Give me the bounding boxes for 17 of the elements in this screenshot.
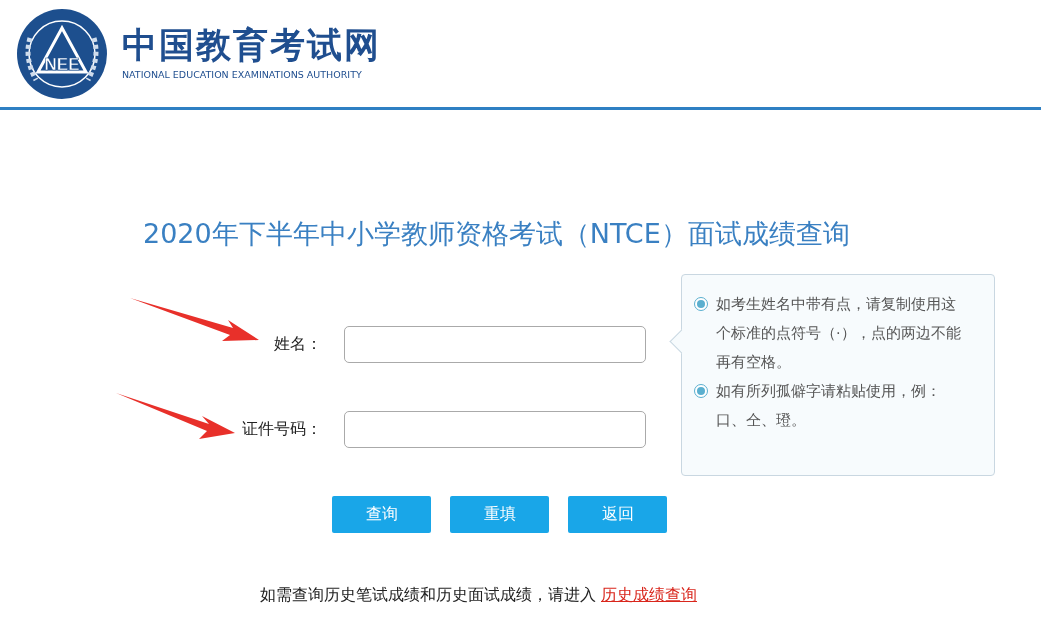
footer-note: 如需查询历史笔试成绩和历史面试成绩，请进入 — [260, 585, 596, 606]
action-button[interactable]: 返回 — [568, 496, 667, 533]
action-button[interactable]: 查询 — [332, 496, 431, 533]
tip-text: 如有所列孤僻字请粘贴使用，例：口、仝、璒。 — [716, 382, 942, 430]
action-button[interactable]: 重填 — [450, 496, 549, 533]
page-title: 2020年下半年中小学教师资格考试（NTCE）面试成绩查询 — [142, 217, 851, 251]
logo: NEE — [16, 7, 108, 100]
field-label: 证件号码： — [241, 419, 322, 440]
bullet-icon — [694, 384, 708, 398]
site-name: 中国教育考试网 — [122, 27, 381, 63]
input-field[interactable] — [344, 411, 646, 448]
history-link[interactable]: 历史成绩查询 — [601, 585, 697, 606]
tip-text: 如考生姓名中带有点，请复制使用这个标准的点符号（·），点的两边不能再有空格。 — [716, 295, 962, 372]
field-label: 姓名： — [273, 334, 322, 355]
input-field[interactable] — [344, 326, 646, 363]
bullet-icon — [694, 297, 708, 311]
site-name-english: NATIONAL EDUCATION EXAMINATIONS AUTHORITY — [122, 68, 363, 80]
